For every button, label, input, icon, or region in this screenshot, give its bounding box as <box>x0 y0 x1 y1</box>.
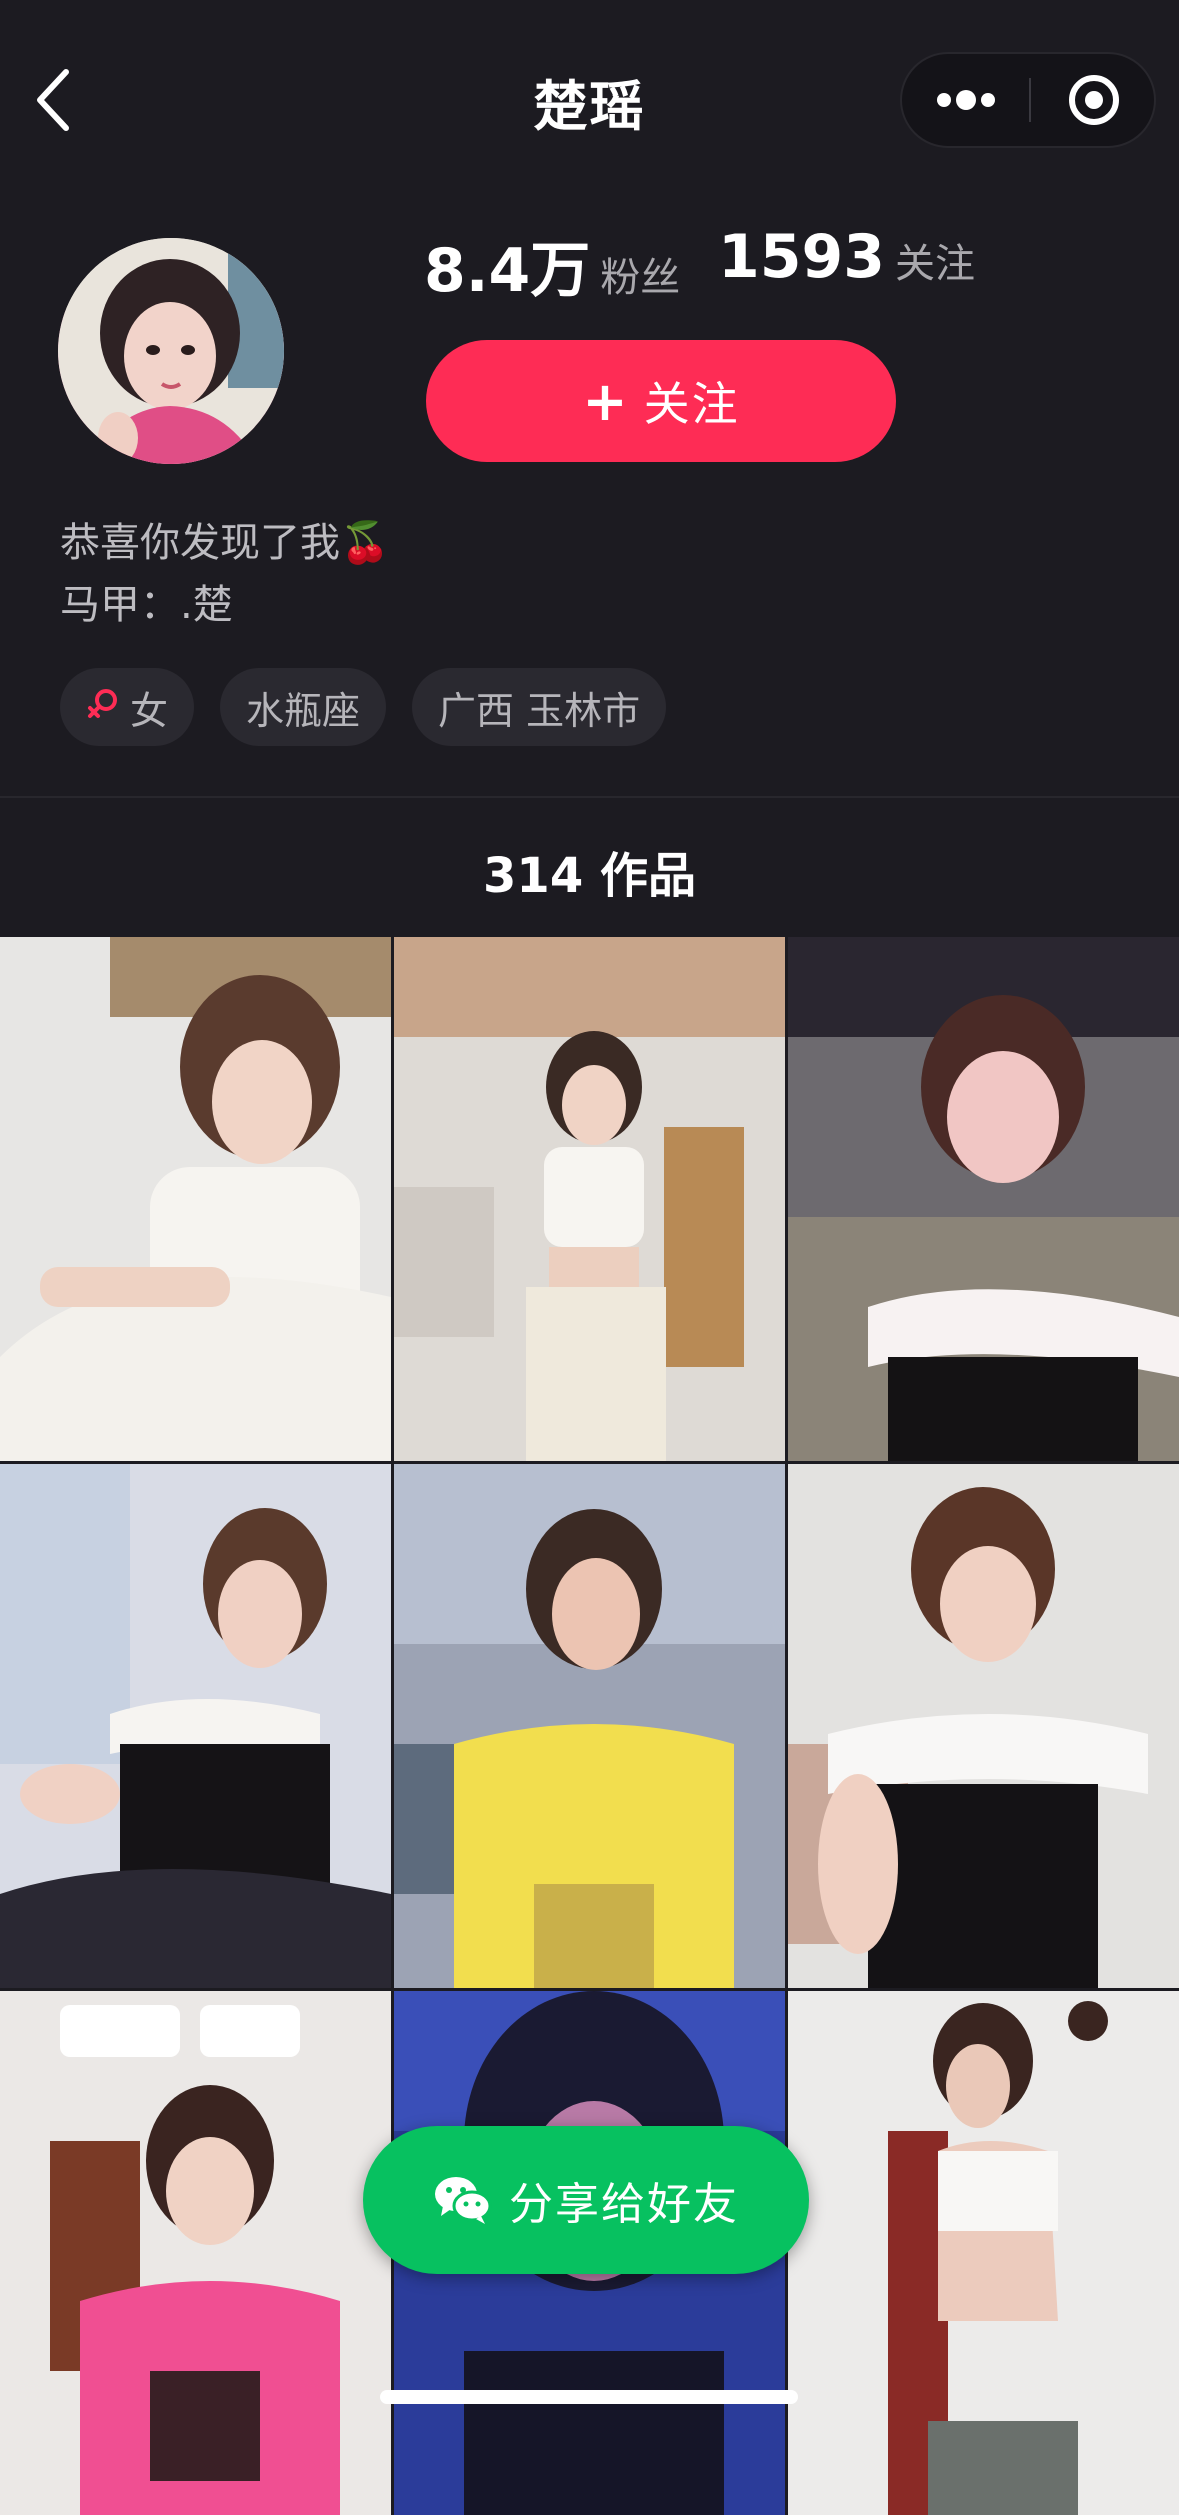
video-grid <box>0 937 1179 2515</box>
more-button[interactable] <box>902 54 1029 146</box>
top-nav: 楚瑶 <box>0 0 1179 200</box>
location-tag: 广西 玉林市 <box>412 668 667 746</box>
video-thumbnail[interactable] <box>788 1991 1179 2515</box>
female-icon <box>86 686 120 729</box>
followers-count: 8.4万 <box>424 236 591 306</box>
bio: 恭喜你发现了我🍒 马甲：.楚 <box>60 512 390 636</box>
bio-text: 恭喜你发现了我 <box>60 520 340 566</box>
bio-line-1: 恭喜你发现了我🍒 <box>60 512 390 574</box>
cherry-emoji: 🍒 <box>340 520 390 566</box>
video-thumbnail[interactable] <box>0 1991 391 2515</box>
video-thumbnail[interactable] <box>0 1464 391 1988</box>
followers-label: 粉丝 <box>600 255 681 301</box>
profile-tags: 女 水瓶座 广西 玉林市 <box>60 668 667 746</box>
video-thumbnail[interactable] <box>394 1464 785 1988</box>
video-thumbnail[interactable] <box>394 937 785 1461</box>
gender-tag: 女 <box>60 668 195 746</box>
following-stat[interactable]: 1593 关注 <box>718 222 975 292</box>
works-count: 314 作品 <box>483 848 696 904</box>
bio-line-2: 马甲：.楚 <box>60 582 233 628</box>
home-indicator[interactable] <box>380 2390 798 2404</box>
following-label: 关注 <box>895 241 975 287</box>
video-thumbnail[interactable] <box>788 1464 1179 1988</box>
gender-label: 女 <box>130 688 169 733</box>
following-count: 1593 <box>718 222 885 292</box>
avatar-image <box>58 238 284 464</box>
video-thumbnail[interactable] <box>788 937 1179 1461</box>
wechat-icon <box>435 2177 492 2224</box>
target-icon <box>1069 75 1119 125</box>
section-divider <box>0 796 1179 798</box>
mini-program-capsule <box>900 52 1156 148</box>
zodiac-tag: 水瓶座 <box>220 668 387 746</box>
video-thumbnail[interactable] <box>0 937 391 1461</box>
avatar[interactable] <box>58 238 284 464</box>
more-icon <box>937 90 995 110</box>
plus-icon: + <box>582 369 630 433</box>
share-button-label: 分享给好友 <box>509 2179 739 2230</box>
follow-button[interactable]: + 关注 <box>426 340 896 462</box>
share-to-friends-button[interactable]: 分享给好友 <box>363 2126 809 2274</box>
followers-stat[interactable]: 8.4万 粉丝 <box>424 222 680 309</box>
follow-button-label: 关注 <box>643 377 740 431</box>
close-mini-program-button[interactable] <box>1031 54 1154 146</box>
